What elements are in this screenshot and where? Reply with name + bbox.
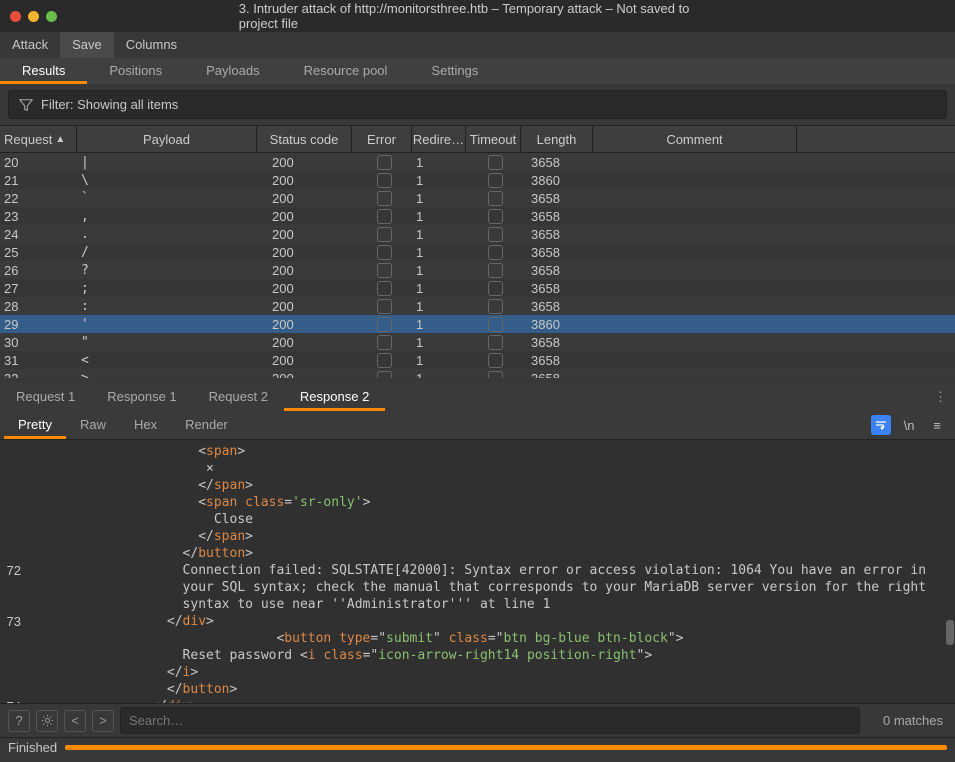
menu-attack[interactable]: Attack [0,32,60,58]
table-row[interactable]: 29'20013860 [0,315,955,333]
table-row[interactable]: 20|20013658 [0,153,955,171]
search-prev-button[interactable]: < [64,710,86,732]
line-gutter: 727374 [0,440,26,703]
view-tabs: Pretty Raw Hex Render \n ≡ [0,411,955,439]
filter-input[interactable]: Filter: Showing all items [8,90,947,119]
error-checkbox[interactable] [377,281,392,296]
timeout-checkbox[interactable] [488,335,503,350]
table-row[interactable]: 28:20013658 [0,297,955,315]
tab-request-1[interactable]: Request 1 [0,383,91,411]
tab-settings[interactable]: Settings [409,58,500,84]
col-error[interactable]: Error [352,126,412,152]
results-table-body[interactable]: 20|2001365821\2001386022`2001365823,2001… [0,153,955,378]
timeout-checkbox[interactable] [488,263,503,278]
tab-response-1[interactable]: Response 1 [91,383,192,411]
table-row[interactable]: 22`20013658 [0,189,955,207]
view-hex[interactable]: Hex [120,411,171,439]
tab-resource-pool[interactable]: Resource pool [282,58,410,84]
kebab-menu-icon[interactable]: ⋮ [934,389,947,405]
window-controls [10,11,57,22]
error-checkbox[interactable] [377,155,392,170]
maximize-window-button[interactable] [46,11,57,22]
error-checkbox[interactable] [377,245,392,260]
progress-bar [65,745,947,750]
view-render[interactable]: Render [171,411,242,439]
filter-icon [19,98,33,112]
timeout-checkbox[interactable] [488,281,503,296]
timeout-checkbox[interactable] [488,299,503,314]
sort-asc-icon: ▲ [55,134,65,145]
menu-columns[interactable]: Columns [114,32,189,58]
error-checkbox[interactable] [377,191,392,206]
filter-label: Filter: Showing all items [41,97,178,112]
col-status[interactable]: Status code [257,126,352,152]
tab-positions[interactable]: Positions [87,58,184,84]
main-tab-bar: Results Positions Payloads Resource pool… [0,58,955,84]
timeout-checkbox[interactable] [488,245,503,260]
col-comment[interactable]: Comment [593,126,797,152]
table-row[interactable]: 30"20013658 [0,333,955,351]
tab-results[interactable]: Results [0,58,87,84]
table-row[interactable]: 31<20013658 [0,351,955,369]
code-source[interactable]: <span> × </span> <span class='sr-only'> … [26,440,955,703]
col-length[interactable]: Length [521,126,593,152]
hamburger-icon[interactable]: ≡ [927,415,947,435]
minimize-window-button[interactable] [28,11,39,22]
timeout-checkbox[interactable] [488,371,503,379]
timeout-checkbox[interactable] [488,353,503,368]
table-row[interactable]: 24.20013658 [0,225,955,243]
search-matches: 0 matches [883,713,947,728]
help-button[interactable]: ? [8,710,30,732]
error-checkbox[interactable] [377,209,392,224]
tab-payloads[interactable]: Payloads [184,58,281,84]
error-checkbox[interactable] [377,353,392,368]
error-checkbox[interactable] [377,263,392,278]
timeout-checkbox[interactable] [488,191,503,206]
view-raw[interactable]: Raw [66,411,120,439]
code-scrollbar[interactable] [945,440,955,703]
timeout-checkbox[interactable] [488,155,503,170]
search-bar: ? < > 0 matches [0,703,955,737]
menu-bar: Attack Save Columns [0,32,955,58]
window-title: 3. Intruder attack of http://monitorsthr… [239,1,717,31]
error-checkbox[interactable] [377,335,392,350]
filter-bar: Filter: Showing all items [0,84,955,125]
title-bar: 3. Intruder attack of http://monitorsthr… [0,0,955,32]
wrap-toggle-icon[interactable] [871,415,891,435]
menu-save[interactable]: Save [60,32,114,58]
error-checkbox[interactable] [377,371,392,379]
scrollbar-thumb[interactable] [946,620,954,645]
table-row[interactable]: 25/20013658 [0,243,955,261]
table-row[interactable]: 27;20013658 [0,279,955,297]
search-next-button[interactable]: > [92,710,114,732]
results-table-header: Request▲ Payload Status code Error Redir… [0,125,955,153]
settings-gear-icon[interactable] [36,710,58,732]
timeout-checkbox[interactable] [488,317,503,332]
status-label: Finished [8,740,57,755]
error-checkbox[interactable] [377,173,392,188]
col-timeout[interactable]: Timeout [466,126,521,152]
search-input[interactable] [120,707,860,734]
close-window-button[interactable] [10,11,21,22]
status-bar: Finished [0,737,955,757]
table-row[interactable]: 26?20013658 [0,261,955,279]
response-code-viewer[interactable]: 727374 <span> × </span> <span class='sr-… [0,439,955,703]
timeout-checkbox[interactable] [488,173,503,188]
error-checkbox[interactable] [377,299,392,314]
table-row[interactable]: 23,20013658 [0,207,955,225]
col-payload[interactable]: Payload [77,126,257,152]
timeout-checkbox[interactable] [488,227,503,242]
col-request[interactable]: Request▲ [0,126,77,152]
view-pretty[interactable]: Pretty [4,411,66,439]
col-redirect[interactable]: Redire… [412,126,466,152]
table-row[interactable]: 21\20013860 [0,171,955,189]
error-checkbox[interactable] [377,317,392,332]
tab-response-2[interactable]: Response 2 [284,383,385,411]
newline-icon[interactable]: \n [899,415,919,435]
request-response-tabs: Request 1 Response 1 Request 2 Response … [0,383,955,411]
error-checkbox[interactable] [377,227,392,242]
timeout-checkbox[interactable] [488,209,503,224]
table-row[interactable]: 32>20013658 [0,369,955,378]
tab-request-2[interactable]: Request 2 [193,383,284,411]
